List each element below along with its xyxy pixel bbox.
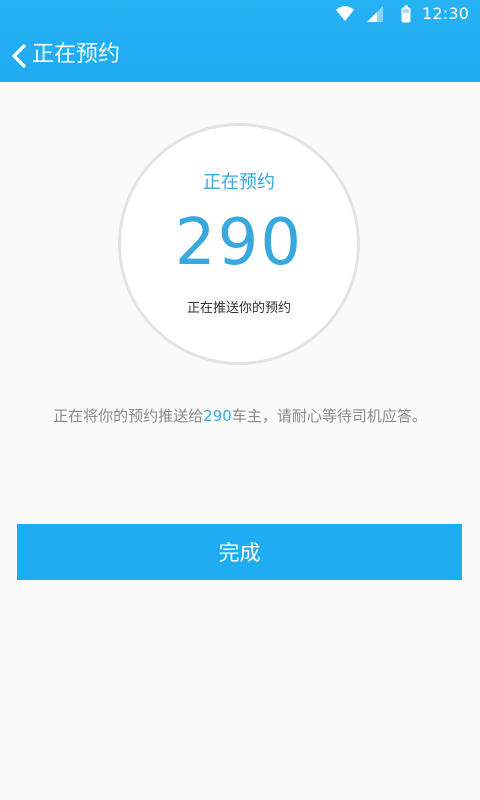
status-time: 12:30 <box>422 4 470 23</box>
message-suffix: 车主，请耐心等待司机应答。 <box>231 407 427 425</box>
battery-icon <box>400 4 412 24</box>
back-button[interactable] <box>10 43 28 69</box>
push-message: 正在将你的预约推送给290车主，请耐心等待司机应答。 <box>0 405 480 427</box>
app-bar: 正在预约 <box>0 28 480 82</box>
done-button[interactable]: 完成 <box>17 524 462 580</box>
wifi-icon <box>334 4 356 24</box>
signal-icon <box>366 4 384 24</box>
chevron-left-icon <box>12 44 26 68</box>
booking-status-circle: 正在预约 290 正在推送你的预约 <box>118 123 360 365</box>
page-title: 正在预约 <box>32 42 121 67</box>
driver-count: 290 <box>174 206 304 280</box>
circle-title: 正在预约 <box>203 172 275 193</box>
status-bar: 12:30 <box>0 0 480 28</box>
message-prefix: 正在将你的预约推送给 <box>53 407 204 425</box>
top-header: 12:30 正在预约 <box>0 0 480 82</box>
message-count: 290 <box>203 407 232 425</box>
circle-subtitle: 正在推送你的预约 <box>186 301 291 316</box>
